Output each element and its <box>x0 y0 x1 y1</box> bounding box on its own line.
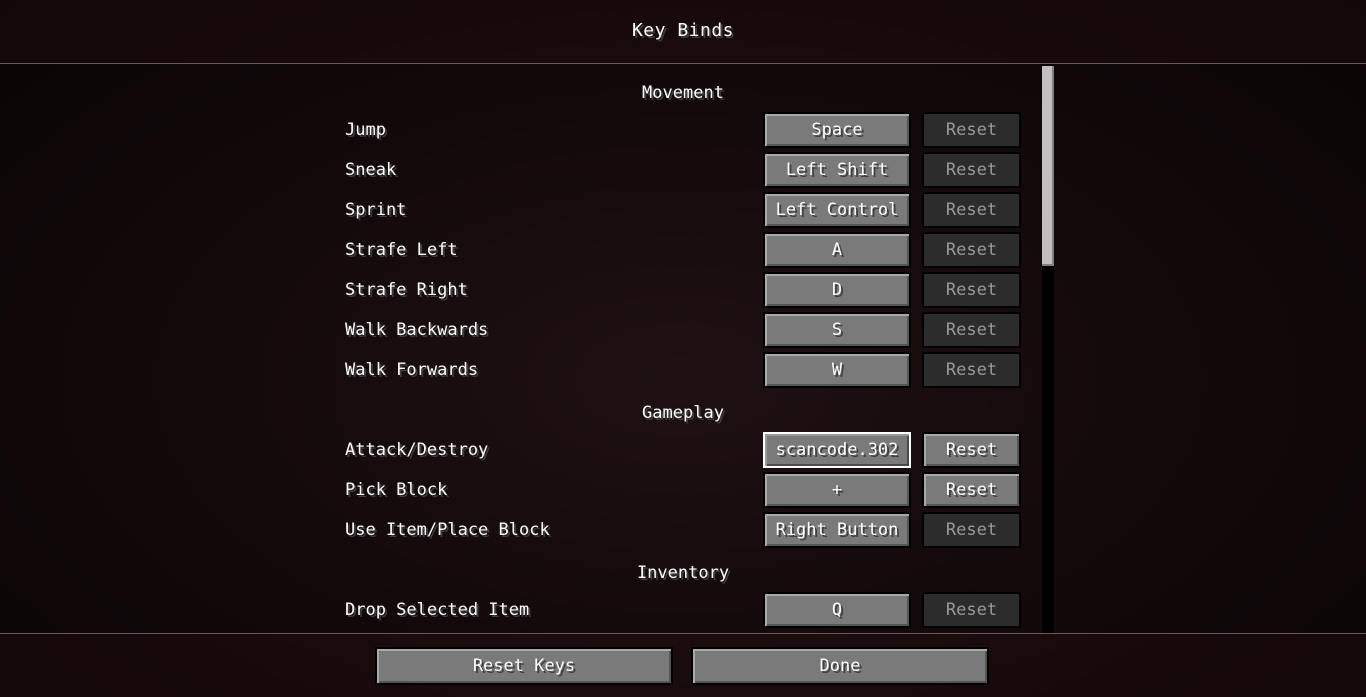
reset-button-attack-destroy[interactable]: Reset <box>922 432 1021 468</box>
keybind-row-pick-block: Pick Block + Reset <box>0 472 1366 512</box>
reset-button-pick-block[interactable]: Reset <box>922 472 1021 508</box>
reset-button-sprint[interactable]: Reset <box>922 192 1021 228</box>
reset-button-strafe-right[interactable]: Reset <box>922 272 1021 308</box>
reset-button-jump[interactable]: Reset <box>922 112 1021 148</box>
reset-button-use-item[interactable]: Reset <box>922 512 1021 548</box>
keybind-label: Strafe Right <box>345 280 468 300</box>
key-button-walk-forwards[interactable]: W <box>763 352 911 388</box>
reset-button-strafe-left[interactable]: Reset <box>922 232 1021 268</box>
keybind-label: Jump <box>345 120 386 140</box>
reset-keys-button[interactable]: Reset Keys <box>375 647 673 685</box>
keybind-row-attack-destroy: Attack/Destroy scancode.302 Reset <box>0 432 1366 472</box>
footer-bar <box>0 634 1366 697</box>
keybind-row-walk-forwards: Walk Forwards W Reset <box>0 352 1366 392</box>
key-button-sprint[interactable]: Left Control <box>763 192 911 228</box>
section-header-gameplay: Gameplay <box>642 403 724 423</box>
keybind-label: Strafe Left <box>345 240 458 260</box>
key-button-strafe-left[interactable]: A <box>763 232 911 268</box>
section-header-inventory: Inventory <box>636 563 730 583</box>
keybind-row-strafe-left: Strafe Left A Reset <box>0 232 1366 272</box>
section-header-movement: Movement <box>642 83 724 103</box>
key-button-walk-backwards[interactable]: S <box>763 312 911 348</box>
header-divider <box>0 63 1366 64</box>
footer-divider <box>0 633 1366 634</box>
keybind-label: Drop Selected Item <box>345 600 530 620</box>
key-button-pick-block[interactable]: + <box>763 472 911 508</box>
keybind-label: Walk Backwards <box>345 320 489 340</box>
reset-button-walk-forwards[interactable]: Reset <box>922 352 1021 388</box>
keybind-label: Sprint <box>345 200 407 220</box>
keybind-row-jump: Jump Space Reset <box>0 112 1366 152</box>
keybind-row-sneak: Sneak Left Shift Reset <box>0 152 1366 192</box>
keybind-row-sprint: Sprint Left Control Reset <box>0 192 1366 232</box>
key-button-drop-item[interactable]: Q <box>763 592 911 628</box>
key-button-strafe-right[interactable]: D <box>763 272 911 308</box>
keybind-label: Pick Block <box>345 480 448 500</box>
page-title: Key Binds <box>631 20 735 41</box>
key-button-jump[interactable]: Space <box>763 112 911 148</box>
reset-button-sneak[interactable]: Reset <box>922 152 1021 188</box>
keybind-row-use-item: Use Item/Place Block Right Button Reset <box>0 512 1366 552</box>
done-button[interactable]: Done <box>691 647 989 685</box>
keybind-row-walk-backwards: Walk Backwards S Reset <box>0 312 1366 352</box>
reset-button-walk-backwards[interactable]: Reset <box>922 312 1021 348</box>
keybind-label: Sneak <box>345 160 397 180</box>
keybind-label: Use Item/Place Block <box>345 520 550 540</box>
key-button-attack-destroy[interactable]: scancode.302 <box>763 432 911 468</box>
key-button-use-item[interactable]: Right Button <box>763 512 911 548</box>
key-button-sneak[interactable]: Left Shift <box>763 152 911 188</box>
keybind-row-strafe-right: Strafe Right D Reset <box>0 272 1366 312</box>
scrollbar-thumb[interactable] <box>1042 66 1054 266</box>
keybind-label: Walk Forwards <box>345 360 479 380</box>
keybind-label: Attack/Destroy <box>345 440 489 460</box>
keybind-row-drop-item: Drop Selected Item Q Reset <box>0 592 1366 632</box>
reset-button-drop-item[interactable]: Reset <box>922 592 1021 628</box>
